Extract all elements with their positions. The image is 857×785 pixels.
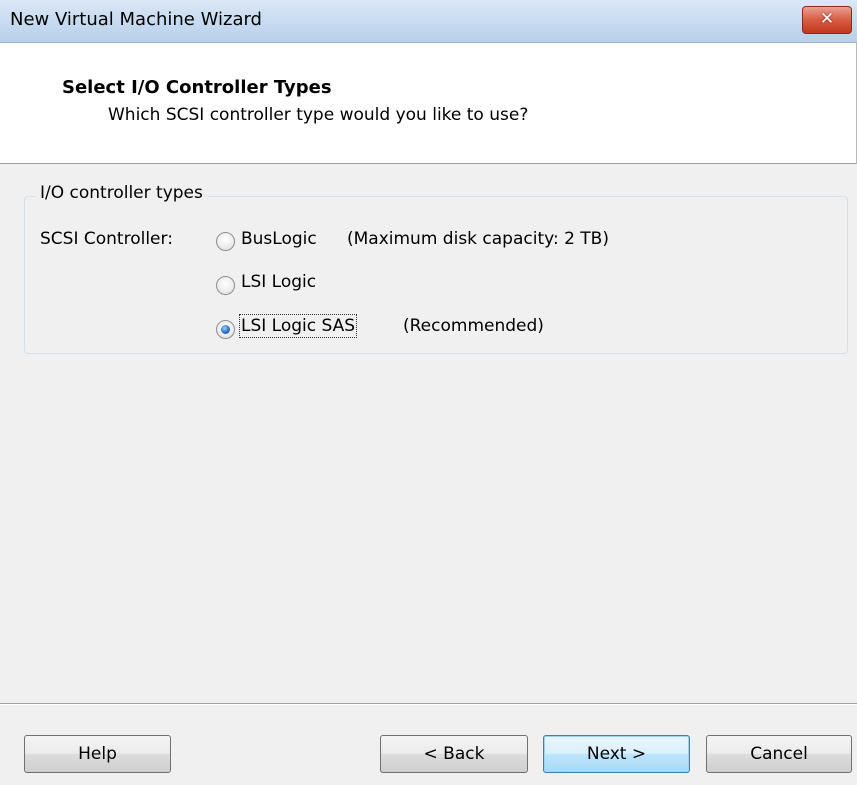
- help-button[interactable]: Help: [24, 735, 171, 773]
- window-title: New Virtual Machine Wizard: [10, 9, 262, 30]
- radio-lsi-logic[interactable]: [216, 276, 235, 295]
- close-icon: ✕: [819, 9, 835, 29]
- wizard-window: New Virtual Machine Wizard ✕ Select I/O …: [0, 0, 857, 785]
- radio-lsi-logic-sas[interactable]: [216, 320, 235, 339]
- radio-buslogic-label[interactable]: BusLogic: [241, 229, 317, 249]
- title-bar[interactable]: New Virtual Machine Wizard ✕: [0, 0, 857, 43]
- footer-separator: [0, 703, 857, 705]
- radio-buslogic[interactable]: [216, 232, 235, 251]
- wizard-header: Select I/O Controller Types Which SCSI c…: [0, 43, 857, 164]
- lsi-logic-sas-note: (Recommended): [403, 316, 544, 336]
- close-button[interactable]: ✕: [802, 6, 852, 34]
- next-button[interactable]: Next >: [543, 735, 690, 773]
- page-title: Select I/O Controller Types: [62, 77, 332, 98]
- buslogic-note: (Maximum disk capacity: 2 TB): [347, 229, 609, 249]
- scsi-controller-label: SCSI Controller:: [40, 229, 173, 249]
- page-subtitle: Which SCSI controller type would you lik…: [108, 105, 529, 125]
- cancel-button[interactable]: Cancel: [706, 735, 852, 773]
- radio-lsi-logic-label[interactable]: LSI Logic: [241, 272, 316, 292]
- radio-lsi-logic-sas-label[interactable]: LSI Logic SAS: [238, 314, 358, 338]
- group-legend: I/O controller types: [36, 183, 207, 203]
- back-button[interactable]: < Back: [380, 735, 528, 773]
